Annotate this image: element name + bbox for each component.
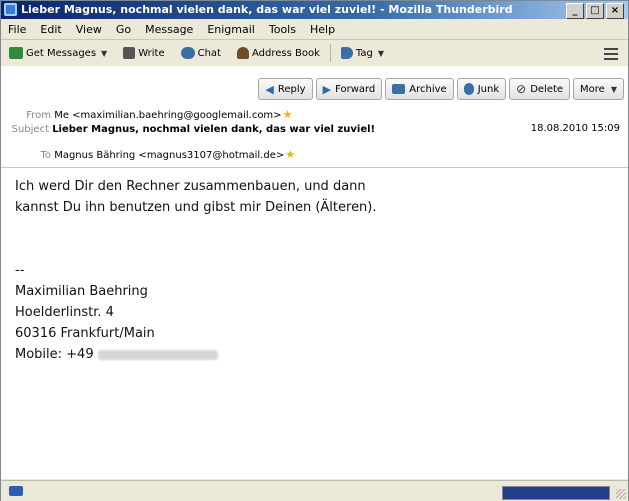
signature-city: 60316 Frankfurt/Main (15, 326, 155, 341)
toolbar-separator (329, 44, 331, 62)
window-title: Lieber Magnus, nochmal vielen dank, das … (21, 3, 513, 16)
signature-separator: -- (15, 263, 25, 278)
more-label: More (580, 83, 605, 95)
thunderbird-app-icon (4, 3, 17, 16)
tag-icon (340, 47, 353, 59)
download-arrow-icon (9, 47, 23, 59)
reply-button[interactable]: ◀ Reply (258, 78, 313, 100)
subject-row: Subject Lieber Magnus, nochmal vielen da… (1, 124, 375, 135)
address-book-label: Address Book (251, 47, 320, 59)
minimize-button[interactable]: _ (566, 3, 584, 19)
menu-tools[interactable]: Tools (262, 23, 303, 36)
menu-bar: File Edit View Go Message Enigmail Tools… (1, 20, 628, 38)
tag-label: Tag (355, 47, 373, 59)
to-value[interactable]: Magnus Bähring <magnus3107@hotmail.de> (54, 150, 284, 161)
body-line: kannst Du ihn benutzen und gibst mir Dei… (15, 200, 377, 215)
menu-icon[interactable] (604, 48, 618, 63)
signature-street: Hoelderlinstr. 4 (15, 305, 114, 320)
message-header: ◀ Reply ▶ Forward Archive Junk ⊘ Delete … (1, 66, 628, 168)
progress-bar (502, 486, 610, 500)
more-button[interactable]: More ▼ (573, 78, 624, 100)
progress-fill (503, 487, 609, 499)
from-value[interactable]: Me <maximilian.baehring@googlemail.com> (54, 110, 281, 121)
chevron-down-icon[interactable]: ▼ (378, 49, 384, 58)
from-label: From (26, 110, 51, 121)
message-body[interactable]: Ich werd Dir den Rechner zusammenbauen, … (1, 168, 628, 479)
chat-button[interactable]: Chat (173, 42, 229, 64)
tag-button[interactable]: Tag ▼ (333, 42, 392, 64)
archive-button[interactable]: Archive (385, 78, 454, 100)
star-icon[interactable]: ★ (285, 148, 295, 161)
title-bar[interactable]: Lieber Magnus, nochmal vielen dank, das … (1, 1, 628, 19)
menu-go[interactable]: Go (109, 23, 138, 36)
delete-circle-icon: ⊘ (516, 82, 527, 96)
star-icon[interactable]: ★ (283, 108, 293, 121)
write-label: Write (138, 47, 165, 59)
reply-arrow-icon: ◀ (265, 82, 274, 96)
write-button[interactable]: Write (115, 42, 172, 64)
menu-edit[interactable]: Edit (33, 23, 68, 36)
menu-message[interactable]: Message (138, 23, 200, 36)
chat-label: Chat (197, 47, 221, 59)
resize-grip[interactable] (616, 489, 626, 499)
junk-flame-icon (463, 83, 474, 95)
chevron-down-icon[interactable]: ▼ (101, 49, 107, 58)
thunderbird-window: Lieber Magnus, nochmal vielen dank, das … (0, 0, 629, 501)
from-row: From Me <maximilian.baehring@googlemail.… (1, 108, 292, 121)
menu-view[interactable]: View (69, 23, 109, 36)
get-messages-label: Get Messages (26, 47, 97, 59)
pencil-icon (123, 47, 136, 59)
redacted-phone (97, 349, 218, 360)
to-row: To Magnus Bähring <magnus3107@hotmail.de… (1, 148, 295, 161)
chat-bubble-icon (180, 47, 195, 59)
window-controls: _ □ × (566, 3, 624, 19)
body-line: Ich werd Dir den Rechner zusammenbauen, … (15, 179, 366, 194)
chevron-down-icon: ▼ (610, 84, 617, 94)
subject-label: Subject (11, 124, 49, 135)
menu-file[interactable]: File (1, 23, 33, 36)
menu-enigmail[interactable]: Enigmail (200, 23, 262, 36)
status-bar (1, 480, 628, 501)
message-actions: ◀ Reply ▶ Forward Archive Junk ⊘ Delete … (258, 78, 624, 100)
address-book-button[interactable]: Address Book (229, 42, 328, 64)
signature-mobile-label: Mobile: +49 (15, 347, 94, 362)
signature-name: Maximilian Baehring (15, 284, 148, 299)
subject-value: Lieber Magnus, nochmal vielen dank, das … (52, 124, 376, 135)
signature-mobile: Mobile: +49 (15, 344, 218, 365)
archive-box-icon (392, 84, 406, 94)
junk-button[interactable]: Junk (456, 78, 507, 100)
connection-status-icon (9, 486, 23, 496)
junk-label: Junk (477, 83, 500, 95)
forward-arrow-icon: ▶ (322, 82, 332, 96)
forward-button[interactable]: ▶ Forward (315, 78, 383, 100)
close-button[interactable]: × (606, 3, 624, 19)
menu-help[interactable]: Help (303, 23, 342, 36)
main-toolbar: Get Messages ▼ Write Chat Address Book T… (1, 39, 628, 67)
delete-button[interactable]: ⊘ Delete (509, 78, 571, 100)
get-messages-button[interactable]: Get Messages ▼ (1, 42, 115, 64)
reply-label: Reply (277, 83, 306, 95)
forward-label: Forward (335, 83, 376, 95)
message-date: 18.08.2010 15:09 (530, 123, 620, 134)
maximize-button[interactable]: □ (586, 3, 604, 19)
archive-label: Archive (409, 83, 447, 95)
to-label: To (40, 150, 51, 161)
person-icon (236, 47, 249, 59)
delete-label: Delete (530, 83, 564, 95)
